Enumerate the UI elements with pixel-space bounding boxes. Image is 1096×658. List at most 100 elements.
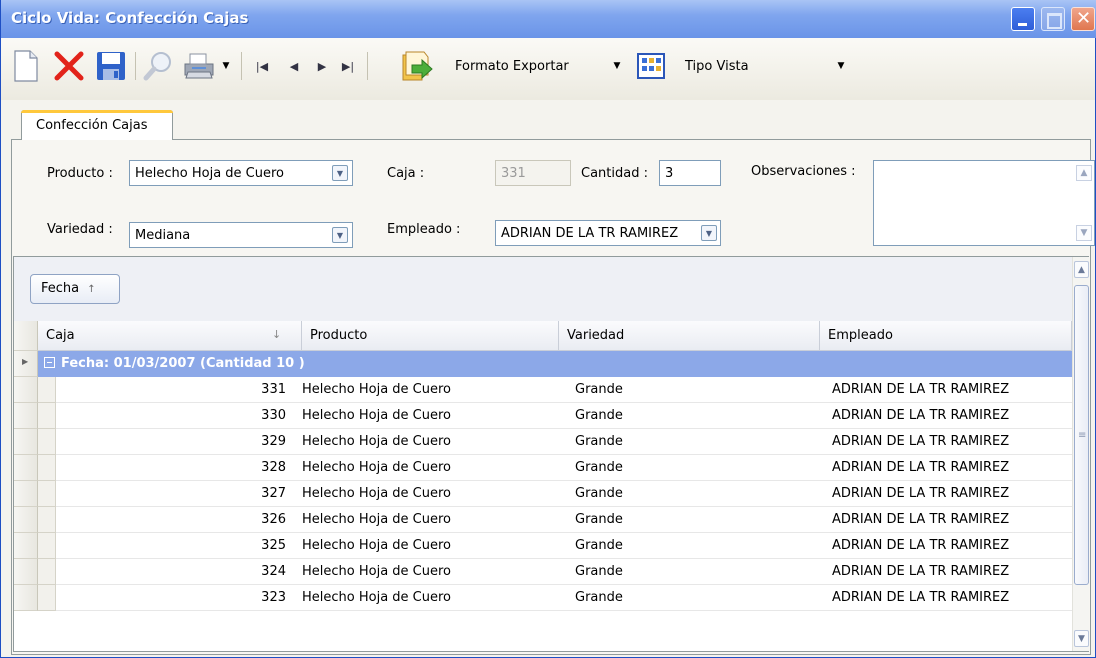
- observaciones-field[interactable]: ▲ ▼: [873, 160, 1095, 246]
- group-indent: [38, 403, 56, 429]
- empleado-field[interactable]: ADRIAN DE LA TR RAMIREZ: [495, 220, 721, 246]
- cantidad-label: Cantidad :: [581, 166, 648, 181]
- cell-empleado: ADRIAN DE LA TR RAMIREZ: [810, 377, 1072, 403]
- variedad-field[interactable]: Mediana: [129, 222, 353, 248]
- search-button[interactable]: [141, 50, 177, 82]
- cell-producto: Helecho Hoja de Cuero: [292, 429, 549, 455]
- cantidad-field[interactable]: 3: [659, 160, 721, 186]
- cell-variedad: Grande: [549, 585, 810, 611]
- cell-variedad: Grande: [549, 533, 810, 559]
- maximize-button[interactable]: [1041, 7, 1065, 31]
- cell-caja: 331: [56, 377, 292, 403]
- row-indicator[interactable]: [14, 533, 38, 559]
- table-row[interactable]: 330 Helecho Hoja de Cuero Grande ADRIAN DE …: [38, 403, 1072, 429]
- group-indent: [38, 481, 56, 507]
- data-grid: Fecha ↑ Caja ↓ Producto Variedad Emplead…: [13, 256, 1089, 652]
- current-row-icon: ▶: [22, 357, 29, 366]
- collapse-icon[interactable]: [44, 357, 55, 368]
- export-format-combo[interactable]: Formato Exportar ▼: [449, 54, 629, 78]
- view-type-combo[interactable]: Tipo Vista ▼: [679, 54, 859, 78]
- next-record-icon[interactable]: ▶: [311, 50, 333, 82]
- previous-record-icon[interactable]: ◀: [283, 50, 305, 82]
- sort-down-icon: ↓: [272, 328, 282, 341]
- cell-variedad: Grande: [549, 559, 810, 585]
- first-record-icon[interactable]: |◀: [251, 50, 273, 82]
- variedad-dropdown-icon[interactable]: ▼: [332, 227, 348, 243]
- row-indicator[interactable]: [14, 481, 38, 507]
- group-chip-fecha[interactable]: Fecha ↑: [30, 274, 120, 304]
- table-row[interactable]: 323 Helecho Hoja de Cuero Grande ADRIAN DE …: [38, 585, 1072, 611]
- table-row[interactable]: 328 Helecho Hoja de Cuero Grande ADRIAN DE …: [38, 455, 1072, 481]
- window-title: Ciclo Vida: Confección Cajas: [11, 9, 249, 27]
- cell-variedad: Grande: [549, 481, 810, 507]
- row-indicator[interactable]: ▶: [14, 351, 38, 377]
- column-header-empleado[interactable]: Empleado: [820, 321, 1072, 351]
- table-row[interactable]: 329 Helecho Hoja de Cuero Grande ADRIAN DE …: [38, 429, 1072, 455]
- vertical-scrollbar[interactable]: ▲ ≡ ▼: [1072, 257, 1089, 651]
- cell-variedad: Grande: [549, 429, 810, 455]
- empleado-dropdown-icon[interactable]: ▼: [701, 225, 717, 241]
- cell-producto: Helecho Hoja de Cuero: [292, 533, 549, 559]
- row-indicator[interactable]: [14, 585, 38, 611]
- scroll-down-icon[interactable]: ▼: [1074, 630, 1089, 647]
- row-indicator[interactable]: [14, 559, 38, 585]
- scroll-up-icon[interactable]: ▲: [1074, 261, 1089, 278]
- magnifier-icon: [143, 52, 171, 81]
- variedad-label: Variedad :: [47, 222, 113, 237]
- last-record-icon[interactable]: ▶|: [337, 50, 359, 82]
- row-indicator[interactable]: [14, 403, 38, 429]
- minimize-button[interactable]: [1011, 7, 1035, 31]
- group-row-fecha[interactable]: Fecha: 01/03/2007 (Cantidad 10 ): [38, 351, 1072, 377]
- table-row[interactable]: 331 Helecho Hoja de Cuero Grande ADRIAN DE …: [38, 377, 1072, 403]
- row-indicator[interactable]: [14, 377, 38, 403]
- cell-producto: Helecho Hoja de Cuero: [292, 403, 549, 429]
- new-button[interactable]: [9, 50, 43, 82]
- chevron-down-icon: ▼: [613, 61, 621, 71]
- table-row[interactable]: 325 Helecho Hoja de Cuero Grande ADRIAN DE …: [38, 533, 1072, 559]
- export-button[interactable]: [397, 50, 437, 82]
- row-indicator[interactable]: [14, 455, 38, 481]
- cell-variedad: Grande: [549, 455, 810, 481]
- save-button[interactable]: [93, 50, 129, 82]
- print-dropdown-icon[interactable]: ▼: [219, 50, 233, 82]
- toolbar-separator: [241, 52, 242, 80]
- group-by-panel: Fecha ↑: [14, 257, 1072, 321]
- table-row[interactable]: 327 Helecho Hoja de Cuero Grande ADRIAN DE …: [38, 481, 1072, 507]
- empleado-label: Empleado :: [387, 222, 461, 237]
- cell-variedad: Grande: [549, 403, 810, 429]
- scroll-down-icon[interactable]: ▼: [1076, 225, 1092, 241]
- tab-confeccion-cajas[interactable]: Confección Cajas: [21, 110, 173, 140]
- scrollbar-thumb[interactable]: ≡: [1074, 285, 1089, 585]
- cell-caja: 327: [56, 481, 292, 507]
- producto-dropdown-icon[interactable]: ▼: [332, 165, 348, 181]
- column-header-variedad[interactable]: Variedad: [559, 321, 820, 351]
- caja-label: Caja :: [387, 166, 425, 181]
- title-bar: Ciclo Vida: Confección Cajas ✕: [1, 0, 1096, 38]
- view-grid-button[interactable]: [635, 50, 667, 82]
- export-icon: [402, 51, 433, 81]
- column-header-producto[interactable]: Producto: [302, 321, 559, 351]
- producto-field[interactable]: Helecho Hoja de Cuero: [129, 160, 353, 186]
- printer-icon: [184, 53, 214, 79]
- cell-producto: Helecho Hoja de Cuero: [292, 455, 549, 481]
- print-button[interactable]: [181, 50, 217, 82]
- row-indicator[interactable]: [14, 507, 38, 533]
- toolbar: ▼ |◀ ◀ ▶ ▶| Formato Exportar ▼ Tipo Vist…: [1, 38, 1095, 100]
- cell-empleado: ADRIAN DE LA TR RAMIREZ: [810, 481, 1072, 507]
- producto-label: Producto :: [47, 166, 113, 181]
- producto-value: Helecho Hoja de Cuero: [135, 166, 285, 181]
- column-header-caja[interactable]: Caja ↓: [38, 321, 302, 351]
- close-button[interactable]: ✕: [1071, 7, 1095, 31]
- delete-button[interactable]: [51, 50, 87, 82]
- caja-field: 331: [495, 160, 571, 186]
- cell-producto: Helecho Hoja de Cuero: [292, 507, 549, 533]
- cell-empleado: ADRIAN DE LA TR RAMIREZ: [810, 585, 1072, 611]
- table-row[interactable]: 326 Helecho Hoja de Cuero Grande ADRIAN DE …: [38, 507, 1072, 533]
- cell-caja: 329: [56, 429, 292, 455]
- cell-empleado: ADRIAN DE LA TR RAMIREZ: [810, 455, 1072, 481]
- scroll-up-icon[interactable]: ▲: [1076, 165, 1092, 181]
- table-row[interactable]: 324 Helecho Hoja de Cuero Grande ADRIAN DE …: [38, 559, 1072, 585]
- row-indicator[interactable]: [14, 429, 38, 455]
- column-header-label: Caja: [46, 328, 75, 343]
- cell-caja: 323: [56, 585, 292, 611]
